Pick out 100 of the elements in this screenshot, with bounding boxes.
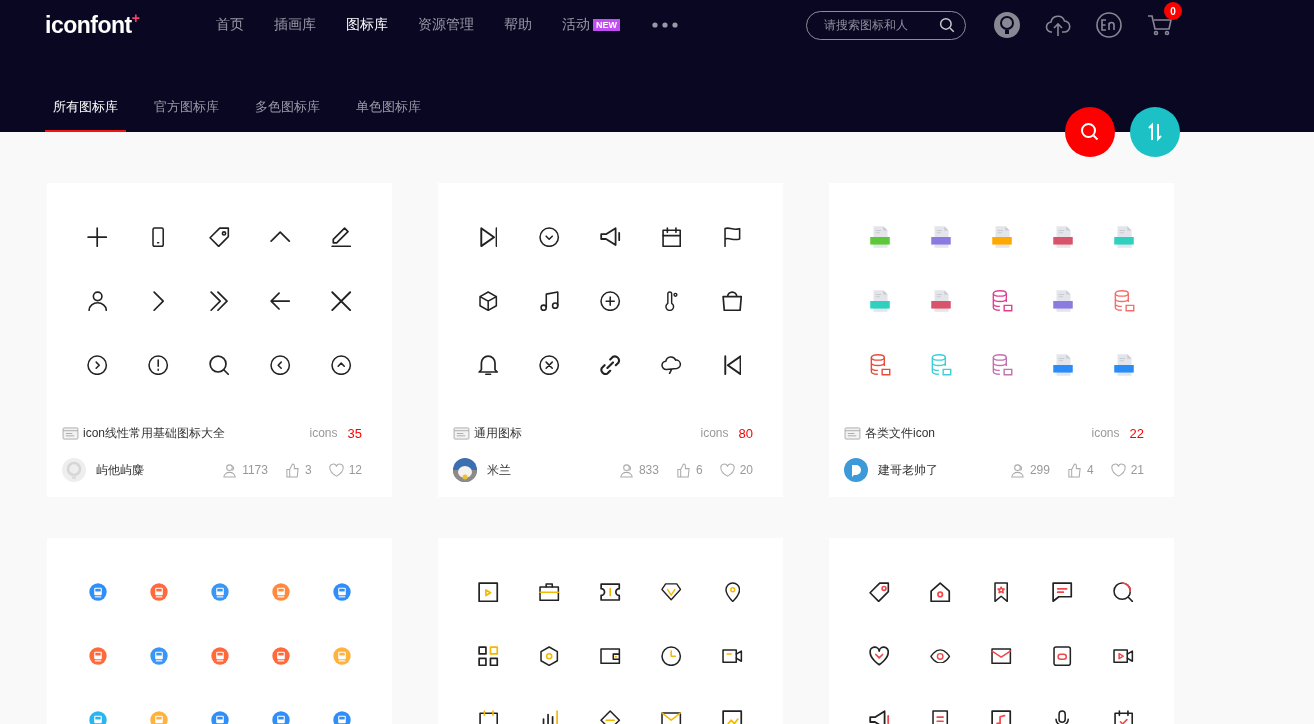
cube-icon bbox=[479, 290, 498, 312]
skip-back-icon bbox=[723, 354, 742, 376]
followers-count: 1173 bbox=[242, 463, 268, 477]
icons-label: icons bbox=[700, 426, 729, 440]
ticket-icon bbox=[600, 582, 621, 602]
plus-icon bbox=[87, 226, 108, 248]
flag-icon bbox=[724, 226, 741, 248]
nav-link[interactable]: 活动 NEW bbox=[562, 16, 620, 34]
music-note-icon bbox=[540, 290, 559, 312]
close-icon bbox=[331, 290, 352, 312]
cart-count-badge: 0 bbox=[1164, 2, 1182, 20]
author-name[interactable]: 米兰 bbox=[487, 461, 511, 479]
envelope-icon bbox=[991, 647, 1012, 665]
library-title[interactable]: 各类文件icon bbox=[865, 424, 935, 442]
hexagon-icon bbox=[540, 645, 559, 667]
cloud-icon bbox=[661, 355, 682, 375]
library-icon bbox=[62, 426, 79, 440]
nav-link[interactable]: 资源管理 bbox=[418, 16, 474, 34]
arrow-left-icon bbox=[270, 291, 291, 311]
icon-library-card[interactable]: icon线性常用基础图标大全 icons 35 屿他屿麋 1173 3 12 bbox=[47, 183, 392, 497]
author-name[interactable]: 建哥老帅了 bbox=[878, 461, 938, 479]
avatar-icon bbox=[62, 458, 86, 482]
heart-icon bbox=[719, 462, 735, 478]
grid-apps-icon bbox=[478, 645, 499, 667]
icons-label: icons bbox=[309, 426, 338, 440]
envelope-icon bbox=[661, 711, 682, 724]
tag-icon bbox=[209, 226, 230, 248]
likes-count: 4 bbox=[1086, 463, 1094, 477]
logo[interactable]: iconfont+ bbox=[45, 11, 216, 39]
thermometer-icon bbox=[665, 290, 678, 312]
library-title[interactable]: 通用图标 bbox=[474, 424, 522, 442]
search-button[interactable] bbox=[1065, 107, 1115, 157]
pencil-icon bbox=[331, 226, 352, 248]
briefcase-icon bbox=[539, 582, 560, 602]
library-tab[interactable]: 官方图标库 bbox=[146, 92, 227, 132]
library-tab[interactable]: 多色图标库 bbox=[247, 92, 328, 132]
music-frame-icon bbox=[991, 709, 1012, 724]
heart-icon bbox=[869, 646, 890, 666]
play-frame-icon bbox=[478, 581, 499, 603]
exclamation-circle-icon bbox=[148, 354, 169, 376]
heart-icon bbox=[1110, 462, 1126, 478]
video-camera-icon bbox=[1113, 648, 1134, 664]
avatar-icon bbox=[844, 458, 868, 482]
author-name[interactable]: 屿他屿麋 bbox=[96, 461, 144, 479]
caret-up-icon bbox=[270, 231, 291, 243]
nav-link[interactable]: 帮助 bbox=[504, 16, 532, 34]
megaphone-icon bbox=[869, 710, 890, 724]
nav-link[interactable]: 插画库 bbox=[274, 16, 316, 34]
search-icon bbox=[209, 354, 230, 376]
library-tab[interactable]: 单色图标库 bbox=[348, 92, 429, 132]
wallet-icon bbox=[600, 647, 621, 665]
microphone-icon bbox=[1055, 709, 1070, 724]
megaphone-icon bbox=[600, 227, 621, 247]
thumbs-up-icon bbox=[1066, 462, 1082, 478]
bell-icon bbox=[478, 354, 499, 376]
close-circle-icon bbox=[539, 354, 560, 376]
chevron-right-icon bbox=[152, 290, 165, 312]
likes-count: 3 bbox=[304, 463, 312, 477]
bookmark-icon bbox=[994, 581, 1009, 603]
icon-library-card[interactable]: 通用图标 icons 80 米兰 833 6 20 bbox=[438, 183, 783, 497]
clock-icon bbox=[661, 645, 682, 667]
icons-label: icons bbox=[1091, 426, 1120, 440]
search-icon[interactable] bbox=[938, 15, 956, 34]
diamond-icon bbox=[661, 583, 682, 601]
icon-library-card[interactable]: 各类文件icon icons 22 建哥老帅了 299 4 21 bbox=[829, 183, 1174, 497]
circle-chevron-icon bbox=[331, 354, 352, 376]
circle-chevron-icon bbox=[270, 354, 291, 376]
search-field[interactable]: 请搜索图标和人 bbox=[806, 10, 966, 40]
cart-button[interactable]: 0 bbox=[1146, 2, 1182, 39]
more-icon[interactable] bbox=[652, 22, 678, 28]
shopping-bag-icon bbox=[722, 290, 743, 312]
users-icon bbox=[222, 462, 238, 478]
video-camera-icon bbox=[722, 648, 743, 664]
calendar-icon bbox=[661, 226, 682, 248]
home-icon bbox=[930, 581, 951, 603]
image-frame-icon bbox=[722, 709, 743, 724]
library-tab[interactable]: 所有图标库 bbox=[45, 92, 126, 132]
nav-link[interactable]: 首页 bbox=[216, 16, 244, 34]
document-icon bbox=[932, 709, 949, 724]
skip-forward-icon bbox=[479, 226, 498, 248]
icon-count: 22 bbox=[1129, 425, 1144, 441]
calendar-icon bbox=[478, 709, 499, 724]
library-icon bbox=[844, 426, 861, 440]
followers-count: 833 bbox=[638, 463, 659, 477]
phone-icon bbox=[152, 226, 165, 248]
diamond-icon bbox=[600, 709, 621, 724]
icon-count: 80 bbox=[738, 425, 753, 441]
thumbs-up-icon bbox=[284, 462, 300, 478]
circle-chevron-icon bbox=[87, 354, 108, 376]
library-title[interactable]: icon线性常用基础图标大全 bbox=[83, 424, 225, 442]
user-avatar-icon[interactable] bbox=[993, 11, 1021, 39]
chat-icon bbox=[1052, 581, 1073, 603]
nav-link[interactable]: 图标库 bbox=[346, 16, 388, 34]
favorites-count: 12 bbox=[348, 463, 362, 477]
user-icon bbox=[87, 290, 108, 312]
users-icon bbox=[618, 462, 634, 478]
double-chevron-icon bbox=[210, 290, 229, 312]
sort-button[interactable] bbox=[1130, 107, 1180, 157]
language-icon[interactable] bbox=[1095, 11, 1123, 39]
likes-count: 6 bbox=[695, 463, 703, 477]
